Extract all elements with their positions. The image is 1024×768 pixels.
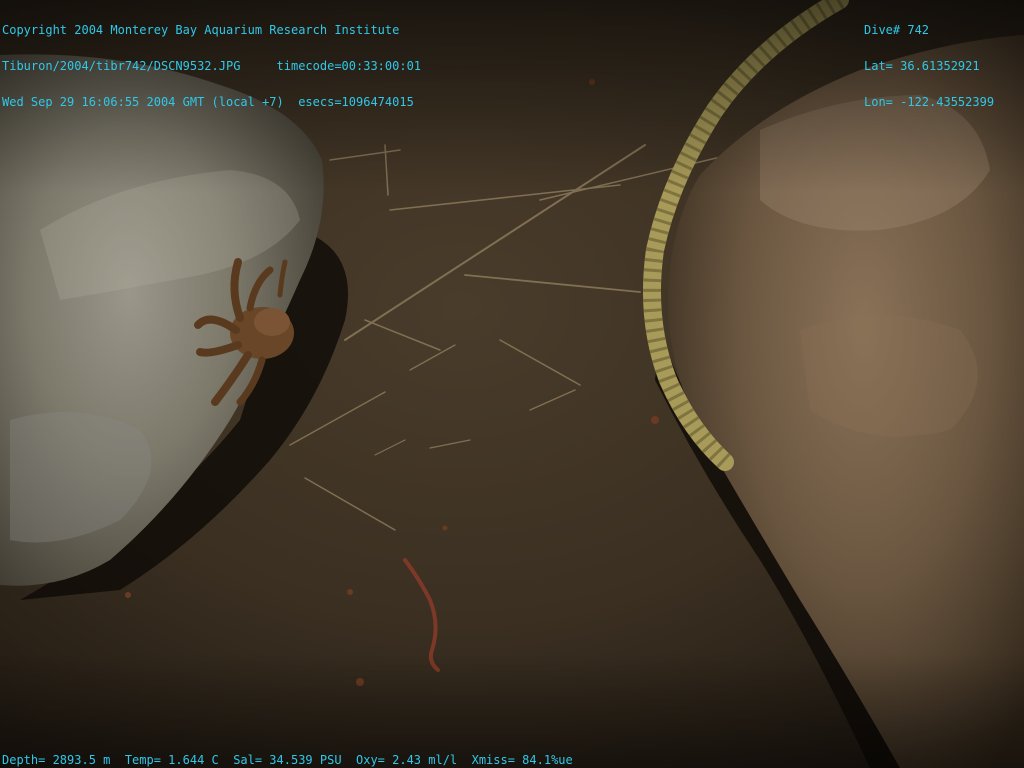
copyright-line: Copyright 2004 Monterey Bay Aquarium Res… [2,23,400,37]
date-esecs-line: Wed Sep 29 16:06:55 2004 GMT (local +7) … [2,95,414,109]
latitude: Lat= 36.61352921 [864,59,980,73]
position-info-block: Dive# 742 Lat= 36.61352921 Lon= -122.435… [864,0,994,120]
longitude: Lon= -122.43552399 [864,95,995,109]
sensor-readout: Depth= 2893.5 m Temp= 1.644 C Sal= 34.53… [2,753,573,767]
file-timecode-line: Tiburon/2004/tibr742/DSCN9532.JPG timeco… [2,59,422,73]
header-info-block: Copyright 2004 Monterey Bay Aquarium Res… [2,0,421,120]
dive-number: Dive# 742 [864,23,930,37]
